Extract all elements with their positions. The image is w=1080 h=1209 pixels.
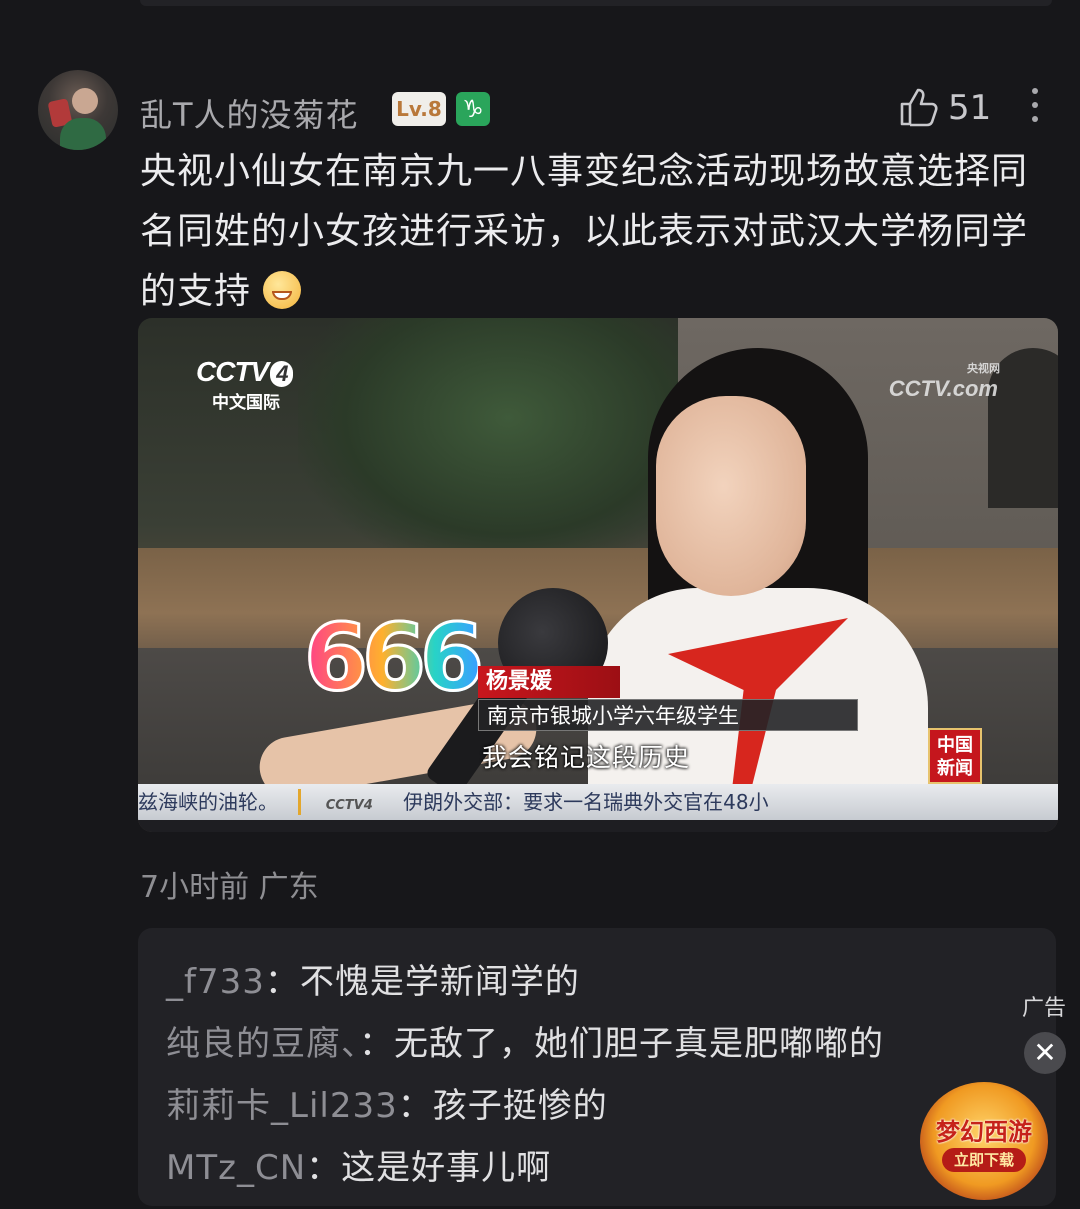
comment-text: 央视小仙女在南京九一八事变纪念活动现场故意选择同名同姓的小女孩进行采访，以此表示… xyxy=(140,142,1060,322)
more-options-icon[interactable] xyxy=(1028,88,1042,130)
like-count: 51 xyxy=(948,88,992,128)
interviewee-name-tag: 杨景媛 xyxy=(478,666,620,698)
reply-item[interactable]: 纯良的豆腐、：无敌了，她们胆子真是肥嘟嘟的 xyxy=(166,1016,884,1065)
cctv-com-watermark: 央视网 CCTV.com xyxy=(888,363,1000,401)
level-badge: Lv.8 xyxy=(392,92,446,126)
girl-face xyxy=(656,396,806,596)
close-icon[interactable]: ✕ xyxy=(1024,1032,1066,1074)
avatar[interactable] xyxy=(38,70,118,150)
reply-separator: ： xyxy=(306,1148,342,1188)
cctv4-logo: CCTV 4 中文国际 xyxy=(196,356,294,413)
replies-box[interactable]: _f733：不愧是学新闻学的 纯良的豆腐、：无敌了，她们胆子真是肥嘟嘟的 莉莉卡… xyxy=(138,928,1056,1206)
ad-label: 广告 xyxy=(1022,996,1067,1021)
reply-item[interactable]: _f733：不愧是学新闻学的 xyxy=(166,954,580,1003)
reply-separator: ： xyxy=(264,962,300,1002)
ticker-cctv4-logo: CCTV4 xyxy=(325,798,373,813)
reply-text: 孩子挺惨的 xyxy=(432,1086,608,1126)
reply-author[interactable]: MTz_CN xyxy=(166,1148,306,1188)
interviewee-title-tag: 南京市银城小学六年级学生 xyxy=(478,699,858,731)
reply-text: 这是好事儿啊 xyxy=(341,1148,552,1188)
username[interactable]: 乱T人的没菊花 xyxy=(140,90,359,136)
news-ticker: 兹海峡的油轮。 CCTV4 伊朗外交部：要求一名瑞典外交官在48小 xyxy=(138,784,1058,820)
thumbs-up-icon[interactable] xyxy=(898,86,940,128)
game-ad-download-button[interactable]: 立即下载 xyxy=(942,1148,1026,1172)
grinning-face-emoji-icon xyxy=(263,271,302,309)
reply-author[interactable]: 纯良的豆腐、 xyxy=(166,1024,359,1064)
reply-text: 不愧是学新闻学的 xyxy=(299,962,580,1002)
reply-item[interactable]: 莉莉卡_Lil233：孩子挺惨的 xyxy=(166,1078,608,1127)
video-thumbnail[interactable]: CCTV 4 中文国际 央视网 CCTV.com 666 杨景媛 南京市银城小学六… xyxy=(138,318,1058,832)
reply-author[interactable]: _f733 xyxy=(166,962,265,1002)
comment-meta: 7小时前 广东 xyxy=(140,862,319,906)
reply-item[interactable]: MTz_CN：这是好事儿啊 xyxy=(166,1140,551,1189)
game-ad-badge[interactable]: 梦幻西游 立即下载 xyxy=(920,1082,1048,1200)
previous-comment-edge xyxy=(140,0,1052,6)
ticker-left-text: 兹海峡的油轮。 xyxy=(138,790,278,814)
reply-author[interactable]: 莉莉卡_Lil233 xyxy=(166,1086,398,1126)
game-ad-title: 梦幻西游 xyxy=(936,1118,1032,1146)
ticker-right-text: 伊朗外交部：要求一名瑞典外交官在48小 xyxy=(403,790,769,814)
reply-separator: ： xyxy=(359,1024,394,1064)
reply-separator: ： xyxy=(397,1086,433,1126)
sticker-666: 666 xyxy=(302,603,485,713)
comment-location: 广东 xyxy=(258,870,319,905)
reply-text: 无敌了，她们胆子真是肥嘟嘟的 xyxy=(394,1024,884,1064)
video-subtitle: 我会铭记这段历史 xyxy=(482,743,691,772)
comment-time: 7小时前 xyxy=(140,870,250,905)
video-bottom-bar xyxy=(138,820,1058,832)
china-news-logo: 中国新闻 xyxy=(928,728,982,784)
zodiac-badge-icon: ♑ xyxy=(456,92,490,126)
